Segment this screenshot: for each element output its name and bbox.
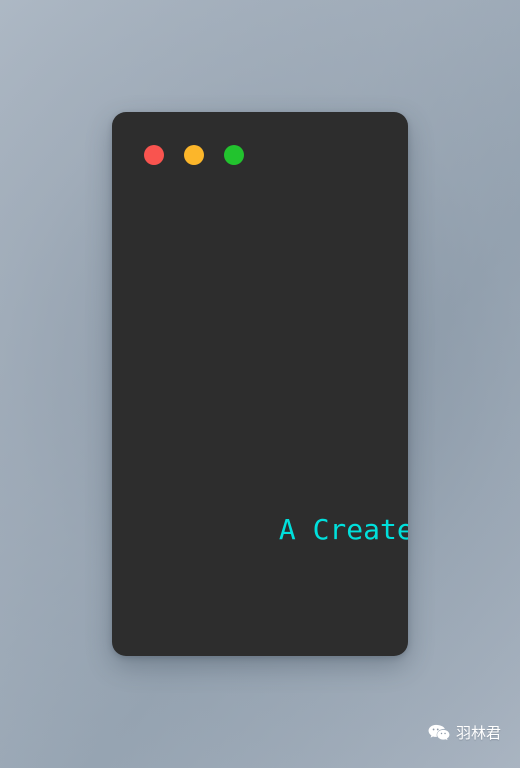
minimize-button[interactable]: [184, 145, 204, 165]
watermark: 羽林君: [428, 724, 501, 742]
console-line: A Created: [144, 422, 408, 546]
close-button[interactable]: [144, 145, 164, 165]
console-line-message: A Created: [278, 513, 408, 546]
console-output[interactable]: A Created B Created use of pt1: 1 use of…: [144, 206, 408, 656]
wechat-icon: [428, 724, 450, 742]
maximize-button[interactable]: [224, 145, 244, 165]
screenshot-stage: A Created B Created use of pt1: 1 use of…: [0, 0, 520, 768]
watermark-label: 羽林君: [456, 723, 502, 742]
terminal-window: A Created B Created use of pt1: 1 use of…: [112, 112, 408, 656]
window-controls: [144, 145, 244, 165]
